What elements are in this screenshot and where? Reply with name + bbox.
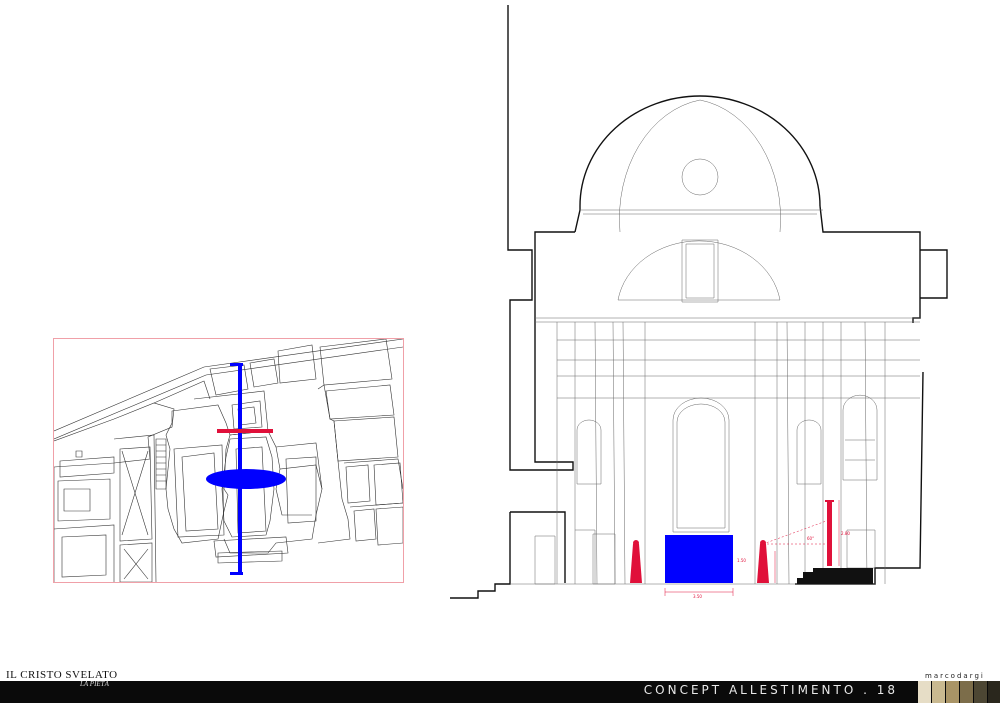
plan-blue-axis [238,363,242,575]
figure-left [630,544,642,583]
color-swatch [974,681,987,703]
stepped-platform [797,568,873,584]
dim-sightline: 60° [807,536,814,541]
exhibit-block [665,535,733,583]
color-swatches [918,681,1000,703]
red-panel [827,500,832,566]
dim-red-height: 2.80 [841,531,850,536]
logo-subtitle: LA PIETÀ [80,680,109,688]
site-plan-drawing [54,339,403,582]
section-drawing: 3.50 1.50 2.80 60° [450,5,948,599]
color-swatch [932,681,945,703]
dim-width: 3.50 [693,594,702,599]
color-swatch [988,681,1000,703]
color-swatch [960,681,973,703]
color-swatch [946,681,959,703]
plan-red-bar [217,429,273,433]
color-swatch [918,681,931,703]
site-plan [53,338,404,583]
figure-right [757,544,769,583]
drawing-sheet: 3.50 1.50 2.80 60° IL CRISTO SVELATO LA … [0,0,1000,706]
dim-height: 1.50 [737,558,746,563]
plan-exhibit-ellipse [206,469,286,489]
sheet-title: CONCEPT ALLESTIMENTO . 18 [643,683,898,697]
brand-name: marcodargi [925,672,985,680]
church-section: 3.50 1.50 2.80 60° [445,0,960,606]
